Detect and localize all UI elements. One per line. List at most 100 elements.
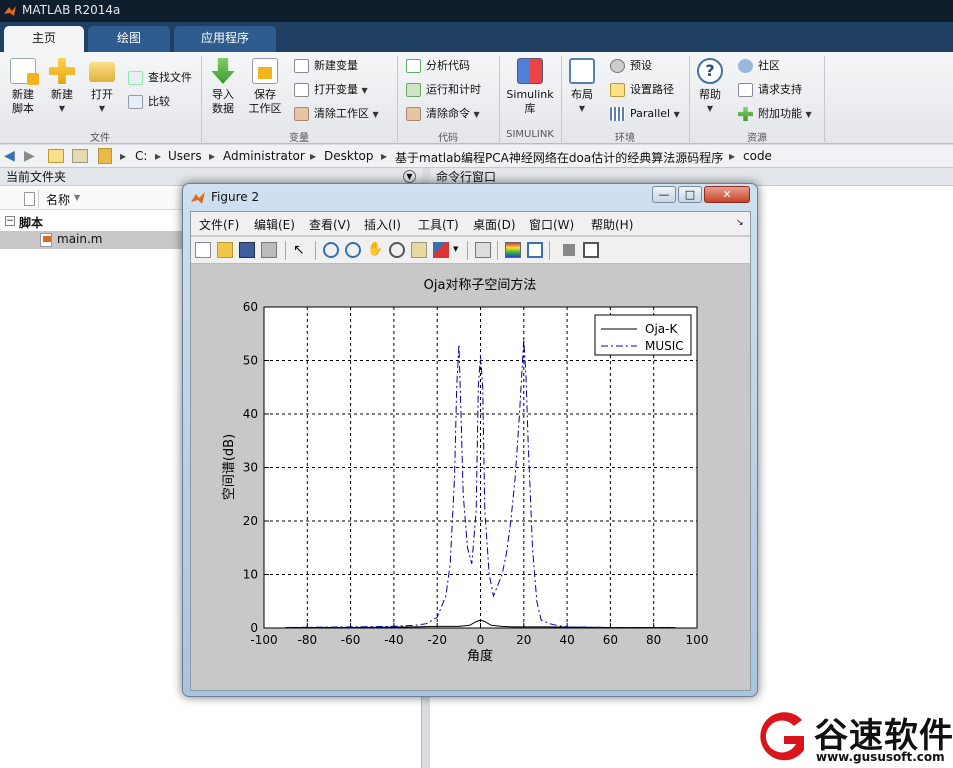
breadcrumb-item[interactable]: Administrator [223,149,305,163]
import-data-button[interactable]: 导入 数据 [206,58,240,116]
group-label-resources: 资源 [747,133,767,144]
name-column-header[interactable]: 名称 [46,191,70,208]
figure-content: 文件(F) 编辑(E) 查看(V) 插入(I) 工具(T) 桌面(D) 窗口(W… [190,211,751,691]
menu-view[interactable]: 查看(V) [309,216,351,233]
breadcrumb-item[interactable]: C: [135,149,147,163]
link-plot-icon[interactable] [475,242,491,258]
request-support-button[interactable]: 请求支持 [738,80,802,100]
save-icon[interactable] [239,242,255,258]
print-icon[interactable] [261,242,277,258]
watermark-logo: 谷速软件 www.gususoft.com [752,700,953,768]
toolbar-divider [497,241,498,260]
analyze-code-button[interactable]: 分析代码 [406,56,470,76]
toolbar-divider [285,241,286,260]
layout-button[interactable]: 布局 ▼ [566,58,598,116]
menu-tools[interactable]: 工具(T) [418,216,459,233]
breadcrumb-item[interactable]: code [743,149,772,163]
preferences-button[interactable]: 预设 [610,56,652,76]
set-path-button[interactable]: 设置路径 [610,80,674,100]
help-button[interactable]: ? 帮助 ▼ [694,58,726,116]
breadcrumb-separator: ▸ [120,149,127,163]
browse-folder-icon[interactable] [72,149,88,163]
menu-edit[interactable]: 编辑(E) [254,216,295,233]
minimize-button[interactable]: — [652,186,676,203]
ribbon-tabbar: 主页 绘图 应用程序 [0,22,953,52]
find-files-button[interactable]: 查找文件 [128,68,192,88]
collapse-icon[interactable]: − [5,216,15,226]
zoom-out-icon[interactable] [345,242,361,258]
colorbar-icon[interactable] [505,242,521,258]
compare-button[interactable]: 比较 [128,92,170,112]
breadcrumb-item[interactable]: Desktop [324,149,374,163]
matlab-logo-icon [191,192,205,204]
hide-plot-tools-icon[interactable] [563,244,575,256]
simulink-library-button[interactable]: Simulink 库 [504,58,556,116]
breadcrumb-separator: ▸ [155,149,162,163]
column-divider [38,190,39,208]
tab-home[interactable]: 主页 [4,26,84,52]
folder-icon [89,62,115,82]
analyze-code-label: 分析代码 [426,59,470,72]
chevron-down-icon[interactable]: ▼ [453,245,458,253]
data-cursor-icon[interactable] [411,242,427,258]
clear-workspace-button[interactable]: 清除工作区 ▼ [294,104,379,124]
menu-desktop[interactable]: 桌面(D) [473,216,516,233]
tab-plots[interactable]: 绘图 [88,26,170,52]
spectrum-chart: Oja对称子空间方法 -100 -80 -60 -40 -20 0 20 40 60 80 100 0… [222,277,708,664]
clear-commands-button[interactable]: 清除命令 ▼ [406,104,480,124]
new-script-icon [10,58,39,85]
find-files-label: 查找文件 [148,71,192,84]
pointer-icon[interactable]: ↖ [293,242,309,258]
tab-apps[interactable]: 应用程序 [174,26,276,52]
open-variable-icon [294,83,309,97]
community-button[interactable]: 社区 [738,56,780,76]
zoom-in-icon[interactable] [323,242,339,258]
up-folder-icon[interactable] [48,149,64,163]
figure-toolbar: ↖ ✋ ▼ [191,237,750,264]
maximize-button[interactable]: □ [678,186,702,203]
breadcrumb-item[interactable]: Users [168,149,202,163]
new-figure-icon[interactable] [195,242,211,258]
chevron-down-icon: ▼ [372,110,379,119]
new-variable-button[interactable]: 新建变量 [294,56,358,76]
x-tick-label: 20 [516,633,531,647]
plus-icon [49,58,75,84]
parallel-button[interactable]: Parallel ▼ [610,104,680,124]
legend-icon[interactable] [527,242,543,258]
new-button[interactable]: 新建 ▼ [46,58,78,116]
rotate-3d-icon[interactable] [389,242,405,258]
open-variable-button[interactable]: 打开变量 ▼ [294,80,368,100]
show-plot-tools-icon[interactable] [583,242,599,258]
dock-arrow-icon[interactable]: ↘ [736,218,744,228]
panel-menu-icon[interactable]: ▼ [403,170,416,183]
menu-insert[interactable]: 插入(I) [364,216,401,233]
open-button[interactable]: 打开 ▼ [86,58,118,116]
clear-workspace-icon [294,107,309,121]
brush-icon[interactable] [433,242,449,258]
community-label: 社区 [758,59,780,72]
x-tick-label: 40 [559,633,574,647]
new-script-label-2: 脚本 [12,102,34,115]
pan-icon[interactable]: ✋ [367,242,383,258]
breadcrumb-separator: ▸ [209,149,216,163]
back-arrow-icon[interactable]: ◀ [4,148,15,164]
close-button[interactable]: ✕ [704,186,750,203]
menu-help[interactable]: 帮助(H) [591,216,633,233]
x-axis-label: 角度 [467,648,493,664]
new-script-button[interactable]: 新建 脚本 [6,58,40,116]
open-file-icon[interactable] [217,242,233,258]
menu-window[interactable]: 窗口(W) [529,216,574,233]
menu-file[interactable]: 文件(F) [199,216,239,233]
y-tick-label: 40 [243,407,258,421]
forward-arrow-icon[interactable]: ▶ [24,148,35,164]
compare-icon [128,95,143,109]
new-variable-label: 新建变量 [314,59,358,72]
run-and-time-button[interactable]: 运行和计时 [406,80,481,100]
add-ons-button[interactable]: 附加功能 ▼ [738,104,812,124]
save-workspace-button[interactable]: 保存 工作区 [246,58,284,116]
gear-icon [610,59,625,73]
find-files-icon [128,71,143,85]
breadcrumb-item[interactable]: 基于matlab编程PCA神经网络在doa估计的经典算法源码程序 [395,149,723,166]
figure-window: Figure 2 — □ ✕ 文件(F) 编辑(E) 查看(V) 插入(I) 工… [182,183,758,697]
group-label-environment: 环境 [615,133,635,144]
